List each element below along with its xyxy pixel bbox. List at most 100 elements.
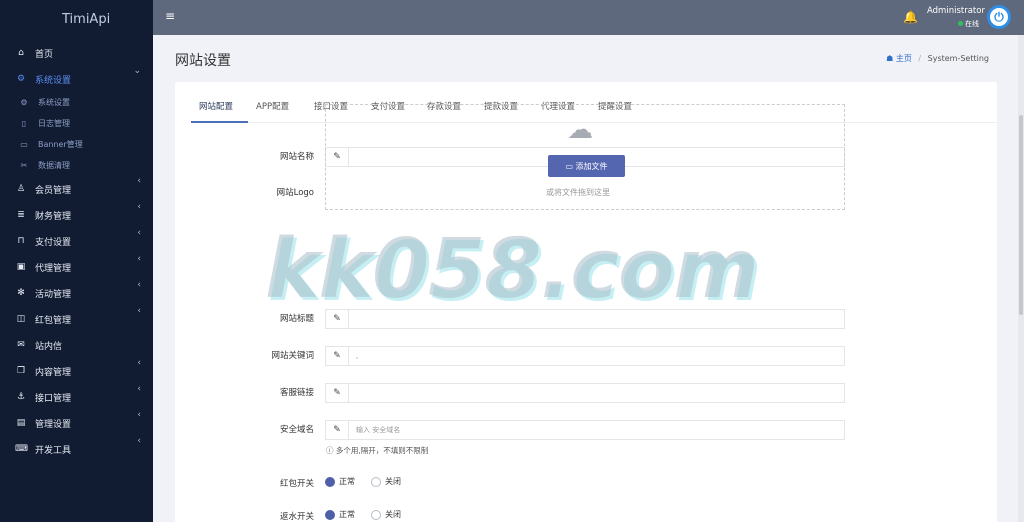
database-icon: ≣ (17, 210, 25, 220)
rebate-radio-group: 正常 关闭 (325, 509, 417, 520)
sidebar-item-content[interactable]: ❐ 内容管理 ‹ (0, 358, 153, 384)
breadcrumb-separator: / (918, 54, 922, 63)
upload-hint: 或将文件拖到这里 (546, 188, 610, 197)
sidebar-subitem-label: 系统设置 (38, 98, 70, 107)
hamburger-menu-icon[interactable]: ≡ (165, 9, 175, 23)
service-link-input[interactable] (349, 384, 844, 402)
service-link-field[interactable]: ✎ (325, 383, 845, 403)
radio-label: 正常 (339, 510, 355, 519)
sidebar-item-label: 系统设置 (35, 75, 72, 86)
cloud-upload-icon: ☁ (567, 115, 593, 145)
sidebar-item-label: 站内信 (35, 341, 63, 352)
file-icon: ▯ (21, 119, 27, 128)
chevron-down-icon: ⌄ (133, 66, 141, 76)
activity-icon: ✻ (17, 288, 25, 298)
rebate-radio-on[interactable]: 正常 (325, 509, 355, 520)
sidebar-item-label: 代理管理 (35, 263, 72, 274)
bell-icon[interactable]: 🔔 (903, 10, 918, 24)
scissors-icon: ✂ (20, 161, 28, 170)
sidebar-item-system-settings[interactable]: ⚙ 系统设置 ⌄ (0, 66, 153, 92)
breadcrumb: ☗ 主页 / System-Setting (886, 53, 989, 64)
radio-label: 关闭 (385, 477, 401, 486)
safe-domain-label: 安全域名 (279, 425, 314, 435)
user-status: 在线 (927, 19, 979, 29)
home-icon: ⌂ (18, 48, 24, 58)
redpacket-radio-on[interactable]: 正常 (325, 476, 355, 487)
sidebar-item-agents[interactable]: ▣ 代理管理 ‹ (0, 254, 153, 280)
radio-checked-icon (325, 476, 335, 487)
anchor-icon: ⚓ (16, 392, 26, 402)
online-dot-icon (958, 21, 963, 26)
safe-domain-field[interactable]: ✎ 输入 安全域名 (325, 420, 845, 440)
breadcrumb-home[interactable]: ☗ 主页 (886, 54, 912, 63)
site-keywords-input[interactable]: , (349, 347, 844, 365)
chevron-left-icon: ‹ (137, 306, 141, 316)
sidebar-item-admin[interactable]: ▤ 管理设置 ‹ (0, 410, 153, 436)
chevron-left-icon: ‹ (137, 358, 141, 368)
sidebar: TimiApi ⌂ 首页 ⚙ 系统设置 ⌄ ⚙ 系统设置 ▯ 日志管理 ▭ Ba… (0, 0, 153, 522)
tab-app-config[interactable]: APP配置 (256, 100, 289, 112)
safe-domain-input[interactable]: 输入 安全域名 (349, 421, 844, 439)
radio-unchecked-icon (371, 476, 381, 487)
breadcrumb-home-label: 主页 (895, 54, 912, 63)
sidebar-item-label: 红包管理 (35, 315, 72, 326)
sidebar-item-home[interactable]: ⌂ 首页 (0, 40, 153, 66)
sidebar-item-label: 支付设置 (35, 237, 72, 248)
sidebar-subitem-banner[interactable]: ▭ Banner管理 (0, 134, 153, 155)
active-tab-indicator (191, 121, 248, 123)
logo-upload-dropzone[interactable]: ☁ ▭ 添加文件 或将文件拖到这里 (325, 104, 845, 210)
sidebar-item-messages[interactable]: ✉ 站内信 (0, 332, 153, 358)
image-icon: ▭ (20, 140, 28, 149)
sidebar-subitem-label: 日志管理 (38, 119, 70, 128)
address-card-icon: ▤ (16, 418, 26, 428)
sidebar-subitem-data-cleanup[interactable]: ✂ 数据清理 (0, 155, 153, 176)
sidebar-subitem-label: Banner管理 (38, 140, 83, 149)
page-scrollbar[interactable] (1018, 35, 1024, 522)
chevron-left-icon: ‹ (137, 202, 141, 212)
rebate-radio-off[interactable]: 关闭 (371, 509, 401, 520)
gears-icon: ⚙ (16, 74, 26, 84)
user-info[interactable]: Administrator 在线 (927, 6, 985, 29)
pencil-icon: ✎ (326, 347, 349, 365)
redpacket-radio-group: 正常 关闭 (325, 476, 417, 487)
sidebar-item-red-packets[interactable]: ◫ 红包管理 ‹ (0, 306, 153, 332)
id-card-icon: ▣ (16, 262, 26, 272)
service-link-label: 客服链接 (279, 388, 314, 398)
logo-label: 网站Logo (276, 188, 314, 198)
scrollbar-thumb[interactable] (1019, 115, 1023, 315)
sidebar-item-label: 财务管理 (35, 211, 72, 222)
sidebar-subitem-label: 数据清理 (38, 161, 70, 170)
site-keywords-field[interactable]: ✎ , (325, 346, 845, 366)
sidebar-item-label: 内容管理 (35, 367, 72, 378)
tab-site-config[interactable]: 网站配置 (199, 100, 233, 112)
sidebar-item-label: 活动管理 (35, 289, 72, 300)
help-icon: ⓘ (326, 446, 334, 455)
sidebar-item-api[interactable]: ⚓ 接口管理 ‹ (0, 384, 153, 410)
sidebar-subitem-system-settings[interactable]: ⚙ 系统设置 (0, 92, 153, 113)
redpacket-switch-label: 红包开关 (279, 479, 314, 489)
chevron-left-icon: ‹ (137, 436, 141, 446)
chevron-left-icon: ‹ (137, 176, 141, 186)
sidebar-item-finance[interactable]: ≣ 财务管理 ‹ (0, 202, 153, 228)
keyboard-icon: ⌨ (15, 444, 28, 454)
add-file-button[interactable]: ▭ 添加文件 (548, 155, 625, 177)
radio-unchecked-icon (371, 509, 381, 520)
user-name: Administrator (927, 6, 985, 16)
chevron-left-icon: ‹ (137, 410, 141, 420)
power-icon[interactable]: ⏻ (987, 5, 1011, 29)
gear-icon: ⚙ (20, 98, 28, 107)
sidebar-item-members[interactable]: ♙ 会员管理 ‹ (0, 176, 153, 202)
chevron-left-icon: ‹ (137, 228, 141, 238)
sidebar-item-activities[interactable]: ✻ 活动管理 ‹ (0, 280, 153, 306)
sidebar-item-payment[interactable]: ⊓ 支付设置 ‹ (0, 228, 153, 254)
radio-label: 正常 (339, 477, 355, 486)
clone-icon: ◫ (16, 314, 26, 324)
bookmark-icon: ⊓ (17, 236, 25, 246)
redpacket-radio-off[interactable]: 关闭 (371, 476, 401, 487)
safe-domain-help-text: 多个用,隔开，不填则不限制 (335, 446, 429, 455)
chevron-left-icon: ‹ (137, 254, 141, 264)
chevron-left-icon: ‹ (137, 280, 141, 290)
safe-domain-help: ⓘ 多个用,隔开，不填则不限制 (326, 445, 428, 456)
sidebar-subitem-logs[interactable]: ▯ 日志管理 (0, 113, 153, 134)
sidebar-item-dev-tools[interactable]: ⌨ 开发工具 ‹ (0, 436, 153, 462)
